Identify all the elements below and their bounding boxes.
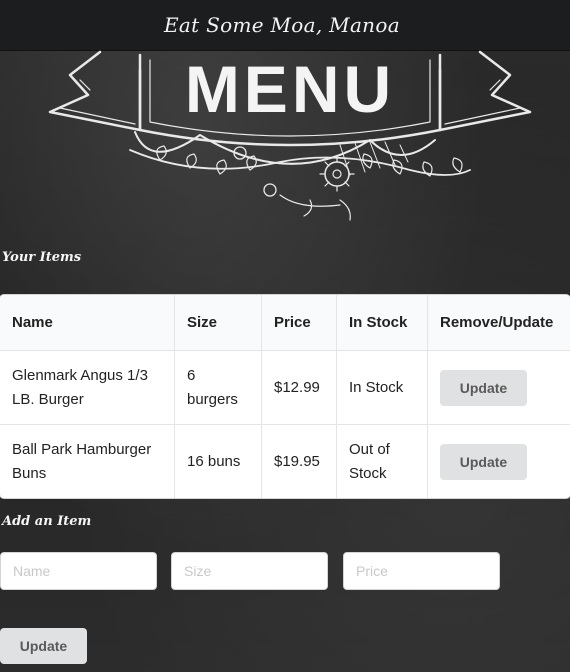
add-item-heading: Add an Item	[2, 514, 92, 529]
table-row: Glenmark Angus 1/3 LB. Burger 6 burgers …	[0, 351, 570, 425]
price-input[interactable]	[343, 552, 500, 590]
menu-banner-text: MENU	[185, 52, 395, 126]
menu-banner-illustration: MENU	[48, 50, 532, 221]
column-header-size: Size	[175, 295, 262, 351]
item-name-cell: Glenmark Angus 1/3 LB. Burger	[0, 351, 175, 425]
column-header-remove-update: Remove/Update	[428, 295, 570, 351]
top-navbar: Eat Some Moa, Manoa	[0, 0, 570, 51]
update-item-button[interactable]: Update	[440, 369, 527, 406]
item-price-cell: $19.95	[262, 425, 337, 498]
items-table: Name Size Price In Stock Remove/Update G…	[0, 295, 570, 498]
table-row: Ball Park Hamburger Buns 16 buns $19.95 …	[0, 425, 570, 498]
column-header-in-stock: In Stock	[337, 295, 428, 351]
item-stock-cell: Out of Stock	[337, 425, 428, 498]
column-header-price: Price	[262, 295, 337, 351]
item-action-cell: Update	[428, 351, 570, 425]
submit-update-button[interactable]: Update	[0, 628, 87, 664]
your-items-heading: Your Items	[2, 250, 82, 265]
item-size-cell: 6 burgers	[175, 351, 262, 425]
item-name-cell: Ball Park Hamburger Buns	[0, 425, 175, 498]
name-input[interactable]	[0, 552, 157, 590]
item-action-cell: Update	[428, 425, 570, 498]
item-price-cell: $12.99	[262, 351, 337, 425]
update-item-button[interactable]: Update	[440, 443, 527, 480]
column-header-name: Name	[0, 295, 175, 351]
item-size-cell: 16 buns	[175, 425, 262, 498]
item-stock-cell: In Stock	[337, 351, 428, 425]
table-header-row: Name Size Price In Stock Remove/Update	[0, 295, 570, 351]
brand-title[interactable]: Eat Some Moa, Manoa	[164, 13, 400, 37]
size-input[interactable]	[171, 552, 328, 590]
